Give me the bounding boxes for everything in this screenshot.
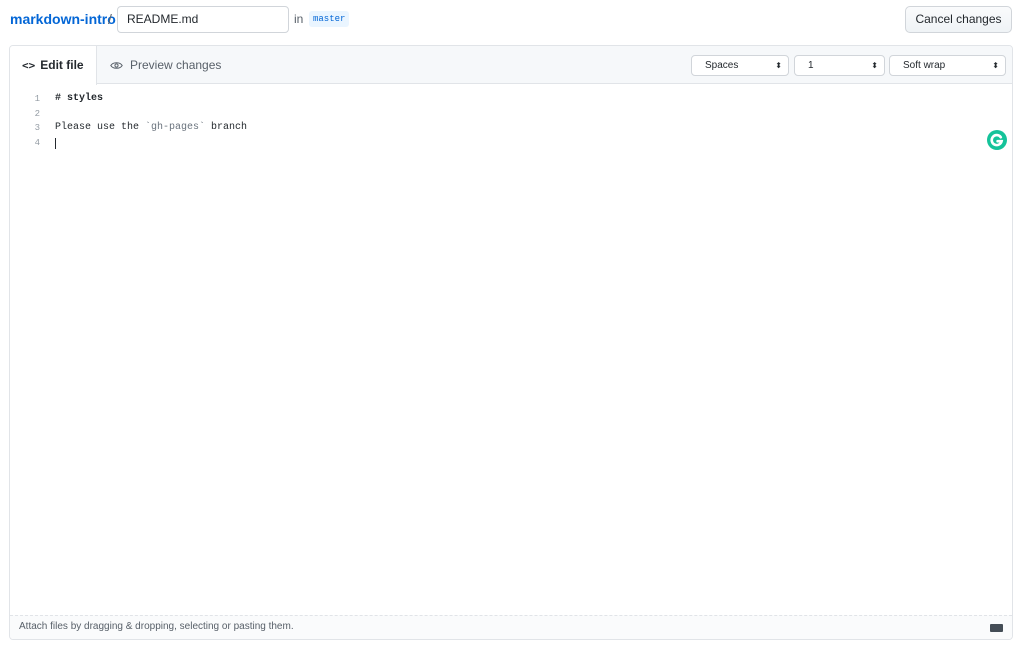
code-text: # styles: [55, 93, 104, 104]
wrap-mode-value: Soft wrap: [903, 60, 946, 71]
tab-preview-changes[interactable]: Preview changes: [110, 46, 221, 84]
tab-preview-changes-label: Preview changes: [130, 58, 222, 72]
select-caret-icon: ⬍: [992, 61, 999, 70]
file-edit-header: markdown-intro / README.md in master Can…: [0, 0, 1024, 44]
branch-badge: master: [309, 11, 350, 27]
line-number: 1: [34, 94, 40, 104]
in-label: in: [294, 12, 304, 26]
line-number: 2: [34, 108, 40, 119]
repo-link[interactable]: markdown-intro: [10, 11, 116, 27]
path-separator: /: [108, 11, 112, 27]
code-line: 1 # styles: [10, 92, 1012, 107]
eye-icon: [110, 61, 123, 69]
attach-files-bar[interactable]: Attach files by dragging & dropping, sel…: [10, 615, 1012, 639]
indent-size-value: 1: [808, 60, 814, 71]
indent-mode-value: Spaces: [705, 60, 739, 71]
select-caret-icon: ⬍: [871, 61, 878, 70]
select-caret-icon: ⬍: [775, 61, 782, 70]
wrap-mode-select[interactable]: Soft wrap ⬍: [889, 55, 1006, 76]
file-editor: <> Edit file Preview changes Spaces ⬍ 1 ⬍…: [9, 45, 1013, 640]
markdown-icon: [990, 624, 1003, 632]
code-line: 2: [10, 107, 1012, 122]
code-line: 4: [10, 136, 1012, 151]
code-icon: <>: [22, 59, 36, 72]
line-number: 4: [34, 137, 40, 148]
grammarly-icon[interactable]: [987, 130, 1007, 150]
filename-input[interactable]: README.md: [117, 6, 289, 33]
text-cursor: [55, 137, 56, 149]
cancel-changes-button[interactable]: Cancel changes: [905, 6, 1012, 33]
inline-code: `gh-pages`: [145, 122, 206, 133]
indent-mode-select[interactable]: Spaces ⬍: [691, 55, 789, 76]
attach-files-hint: Attach files by dragging & dropping, sel…: [19, 621, 294, 632]
tab-edit-file-label: Edit file: [40, 58, 84, 72]
line-number: 3: [34, 123, 40, 133]
code-line: 3 Please use the `gh-pages` branch: [10, 121, 1012, 136]
grammarly-g-glyph: [990, 133, 1004, 147]
editor-toolbar: <> Edit file Preview changes Spaces ⬍ 1 ⬍…: [10, 46, 1012, 85]
tab-edit-file[interactable]: <> Edit file: [10, 46, 97, 85]
code-text: Please use the `gh-pages` branch: [55, 122, 248, 133]
code-editor-area[interactable]: 1 # styles 2 3 Please use the `gh-pages`…: [10, 92, 1012, 150]
indent-size-select[interactable]: 1 ⬍: [794, 55, 885, 76]
